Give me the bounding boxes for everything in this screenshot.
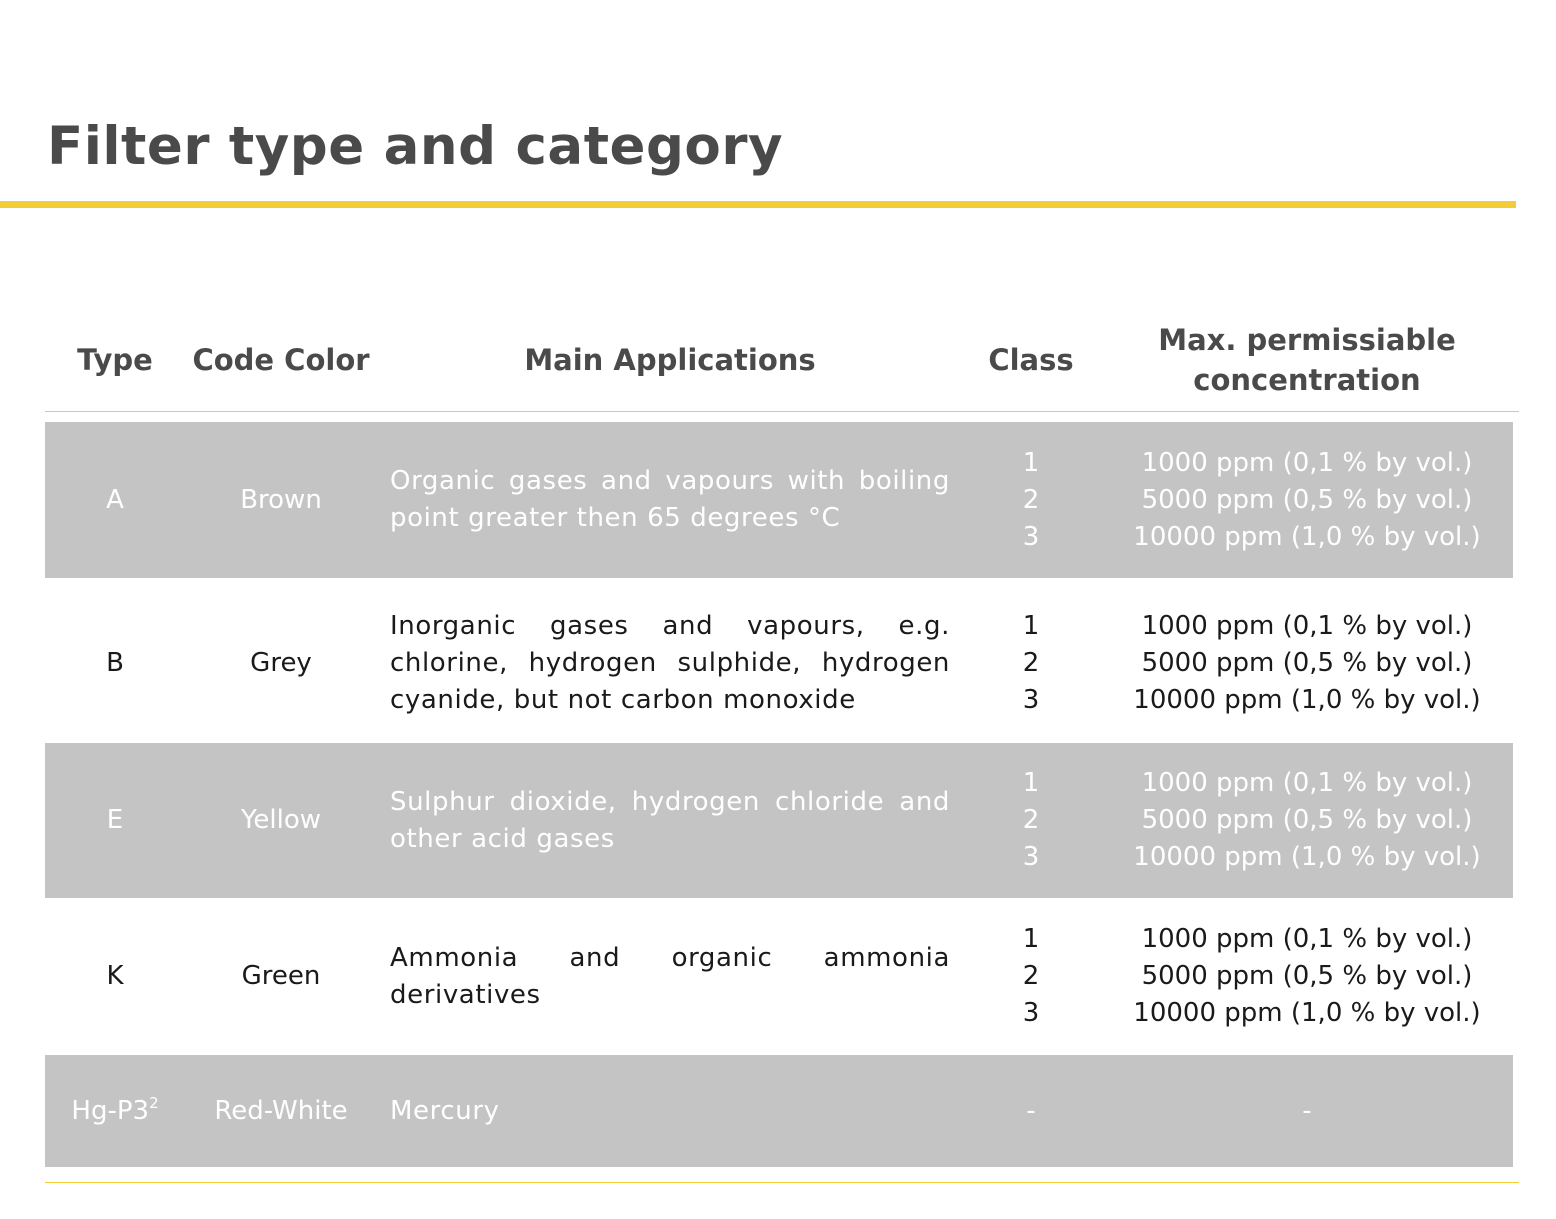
- table-row: Hg-P32 Red-White Mercury - -: [45, 1055, 1513, 1167]
- row-classes: 1 2 3: [950, 422, 1112, 578]
- row-class-3: 3: [1022, 998, 1040, 1028]
- row-concentration-2: 5000 ppm (0,5 % by vol.): [1141, 647, 1473, 678]
- row-concentrations: -: [1112, 1055, 1502, 1167]
- row-concentration-1: 1000 ppm (0,1 % by vol.): [1141, 447, 1473, 478]
- row-class-3: 3: [1022, 842, 1040, 872]
- footnote-marker: 2: [149, 1093, 159, 1112]
- row-concentration-1: -: [1302, 1095, 1312, 1126]
- row-concentration-2: 5000 ppm (0,5 % by vol.): [1141, 805, 1473, 835]
- row-classes: 1 2 3: [950, 588, 1112, 738]
- row-class-2: 2: [1022, 647, 1040, 678]
- row-concentration-1: 1000 ppm (0,1 % by vol.): [1141, 768, 1473, 798]
- table-row: B Grey Inorganic gases and vapours, e.g.…: [45, 588, 1513, 738]
- row-class-1: 1: [1022, 768, 1040, 798]
- title-underline: [0, 201, 1516, 208]
- table-row: K Green Ammonia and organic ammonia deri…: [45, 899, 1513, 1054]
- row-concentrations: 1000 ppm (0,1 % by vol.) 5000 ppm (0,5 %…: [1112, 422, 1502, 578]
- header-max-concentration-line1: Max. permissiable: [1158, 323, 1456, 357]
- row-concentration-3: 10000 ppm (1,0 % by vol.): [1133, 521, 1481, 552]
- header-divider: [45, 411, 1519, 412]
- row-code-color: Green: [241, 961, 321, 991]
- header-code-color: Code Color: [192, 343, 370, 377]
- table-row: A Brown Organic gases and vapours with b…: [45, 422, 1513, 578]
- row-classes: 1 2 3: [950, 899, 1112, 1054]
- table-header: Type Code Color Main Applications Class …: [45, 315, 1513, 405]
- page-title: Filter type and category: [47, 116, 784, 177]
- row-concentration-1: 1000 ppm (0,1 % by vol.): [1141, 610, 1473, 641]
- row-class-3: 3: [1022, 521, 1040, 552]
- row-application: Sulphur dioxide, hydrogen chloride and o…: [390, 786, 950, 854]
- table-bottom-rule: [45, 1182, 1519, 1183]
- row-code-color: Red-White: [214, 1095, 348, 1126]
- row-classes: 1 2 3: [950, 743, 1112, 898]
- header-main-applications: Main Applications: [524, 343, 816, 377]
- row-concentration-3: 10000 ppm (1,0 % by vol.): [1133, 684, 1481, 715]
- row-class-1: 1: [1022, 447, 1040, 478]
- row-concentration-3: 10000 ppm (1,0 % by vol.): [1133, 842, 1481, 872]
- row-type: B: [106, 647, 124, 678]
- header-class: Class: [988, 343, 1074, 377]
- row-class-2: 2: [1022, 484, 1040, 515]
- row-concentrations: 1000 ppm (0,1 % by vol.) 5000 ppm (0,5 %…: [1112, 588, 1502, 738]
- row-code-color: Yellow: [240, 805, 322, 835]
- row-application: Ammonia and organic ammonia derivatives: [390, 942, 950, 1010]
- header-max-concentration-line2: concentration: [1193, 363, 1421, 397]
- row-type: E: [106, 805, 124, 835]
- row-class-3: 3: [1022, 684, 1040, 715]
- row-concentration-2: 5000 ppm (0,5 % by vol.): [1141, 961, 1473, 991]
- header-type: Type: [77, 343, 153, 377]
- row-concentration-1: 1000 ppm (0,1 % by vol.): [1141, 924, 1473, 954]
- row-concentration-2: 5000 ppm (0,5 % by vol.): [1141, 484, 1473, 515]
- row-class-1: 1: [1022, 610, 1040, 641]
- row-application: Inorganic gases and vapours, e.g. chlori…: [390, 610, 950, 715]
- table-row: E Yellow Sulphur dioxide, hydrogen chlor…: [45, 743, 1513, 898]
- row-code-color: Brown: [240, 484, 322, 515]
- row-type: Hg-P32: [71, 1093, 159, 1126]
- row-concentration-3: 10000 ppm (1,0 % by vol.): [1133, 998, 1481, 1028]
- row-application: Mercury: [390, 1095, 500, 1126]
- row-code-color: Grey: [250, 647, 312, 678]
- row-concentrations: 1000 ppm (0,1 % by vol.) 5000 ppm (0,5 %…: [1112, 899, 1502, 1054]
- row-class-2: 2: [1022, 805, 1040, 835]
- row-class-1: -: [1026, 1095, 1036, 1126]
- row-type: A: [106, 484, 124, 515]
- row-application: Organic gases and vapours with boiling p…: [390, 466, 950, 533]
- row-class-2: 2: [1022, 961, 1040, 991]
- header-max-concentration: Max. permissiable concentration: [1112, 315, 1502, 405]
- row-concentrations: 1000 ppm (0,1 % by vol.) 5000 ppm (0,5 %…: [1112, 743, 1502, 898]
- row-class-1: 1: [1022, 924, 1040, 954]
- row-type: K: [106, 961, 124, 991]
- row-classes: -: [950, 1055, 1112, 1167]
